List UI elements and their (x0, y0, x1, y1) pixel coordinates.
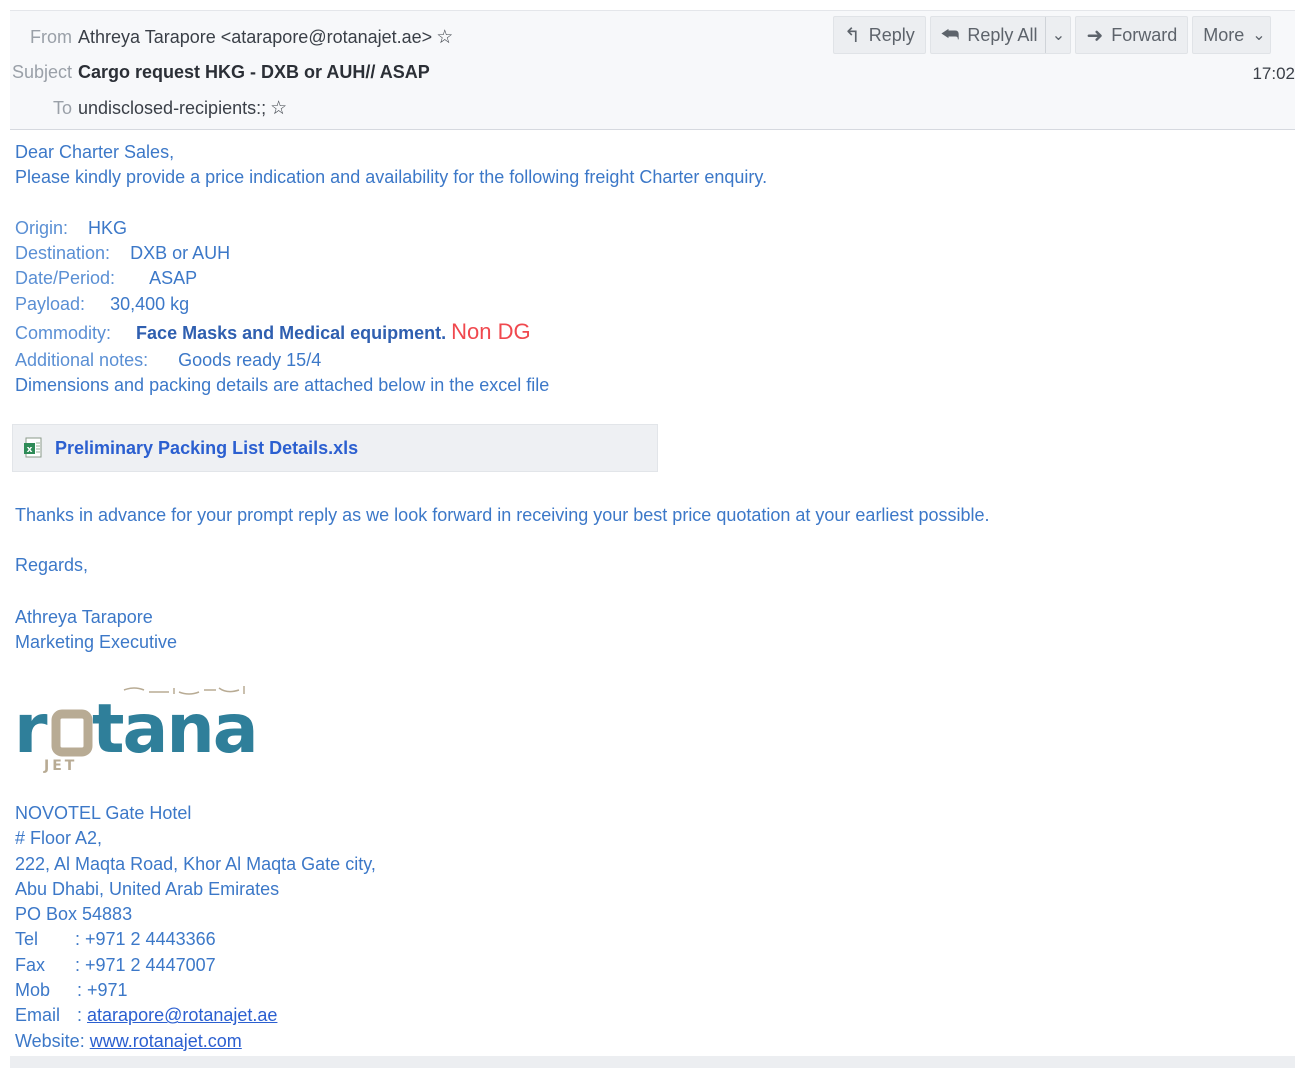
reply-button[interactable]: ↰ Reply (833, 16, 926, 54)
svg-text:tana: tana (92, 690, 254, 769)
address-line: 222, Al Maqta Road, Khor Al Maqta Gate c… (15, 853, 376, 874)
mob-key: Mob (15, 980, 51, 1001)
notes-line: Additional notes: Goods ready 15/4 (15, 348, 1285, 373)
date-key: Date/Period: (15, 268, 116, 289)
email-view: From Athreya Tarapore <atarapore@rotanaj… (0, 0, 1295, 1068)
message-body: Dear Charter Sales, Please kindly provid… (15, 140, 1285, 399)
message-header: From Athreya Tarapore <atarapore@rotanaj… (10, 10, 1295, 130)
reply-all-split-button: ⮪ Reply All ⌄ (929, 16, 1072, 54)
excel-file-icon: x (23, 437, 43, 459)
star-icon[interactable]: ☆ (436, 28, 453, 47)
message-time: 17:02 (1252, 64, 1295, 83)
payload-key: Payload: (15, 293, 86, 314)
destination-key: Destination: (15, 243, 111, 264)
website-link[interactable]: www.rotanajet.com (90, 1031, 242, 1051)
rotana-jet-logo: r tana JET (14, 680, 259, 775)
payload-value: 30,400 kg (110, 293, 190, 314)
website-key: Website: (15, 1030, 85, 1051)
origin-key: Origin: (15, 217, 69, 238)
reply-all-icon: ⮪ (940, 23, 960, 46)
forward-icon: ➜ (1086, 24, 1104, 47)
website-line: Website: www.rotanajet.com (15, 1029, 376, 1054)
fax-value: : +971 2 4447007 (75, 954, 216, 975)
star-icon[interactable]: ☆ (270, 99, 287, 118)
mob-value: : +971 (77, 980, 128, 1001)
dimensions-text: Dimensions and packing details are attac… (15, 375, 550, 396)
forward-label: Forward (1111, 24, 1178, 45)
signature-title: Marketing Executive (15, 632, 178, 653)
notes-key: Additional notes: (15, 350, 149, 371)
reply-label: Reply (868, 24, 915, 45)
subject-label: Subject (11, 62, 72, 82)
destination-value: DXB or AUH (130, 243, 231, 264)
intro-text: Please kindly provide a price indication… (15, 167, 768, 188)
svg-text:JET: JET (43, 758, 77, 774)
commodity-value: Face Masks and Medical equipment. (136, 323, 447, 344)
address-line: Abu Dhabi, United Arab Emirates (15, 878, 280, 899)
sender-address[interactable]: Athreya Tarapore <atarapore@rotanajet.ae… (78, 27, 432, 48)
to-row: To undisclosed-recipients:; ☆ (10, 98, 287, 119)
fax-line: Fax : +971 2 4447007 (15, 953, 376, 978)
date-line: Date/Period: ASAP (15, 266, 1285, 291)
attachment-name[interactable]: Preliminary Packing List Details.xls (55, 438, 358, 459)
svg-text:x: x (27, 445, 33, 455)
more-label: More (1203, 24, 1245, 45)
recipients[interactable]: undisclosed-recipients:; (78, 98, 266, 119)
tel-key: Tel (15, 929, 39, 950)
tel-line: Tel : +971 2 4443366 (15, 927, 376, 952)
subject-text: Cargo request HKG - DXB or AUH// ASAP (78, 62, 430, 82)
attachment-item[interactable]: x Preliminary Packing List Details.xls (12, 424, 658, 472)
reply-all-button[interactable]: ⮪ Reply All (931, 17, 1047, 53)
from-row: From Athreya Tarapore <atarapore@rotanaj… (10, 27, 453, 48)
chevron-down-icon[interactable]: ⌄ (1046, 25, 1070, 45)
email-separator: : (77, 1005, 83, 1026)
address-line: # Floor A2, (15, 828, 103, 849)
signature-address: NOVOTEL Gate Hotel # Floor A2, 222, Al M… (15, 801, 376, 1054)
commodity-line: Commodity: Face Masks and Medical equipm… (15, 317, 1285, 348)
fax-key: Fax (15, 954, 46, 975)
origin-value: HKG (88, 217, 128, 238)
greeting: Dear Charter Sales, (15, 142, 175, 162)
payload-line: Payload: 30,400 kg (15, 292, 1285, 317)
regards-text: Regards, (15, 555, 89, 575)
from-label: From (30, 27, 72, 47)
address-line: PO Box 54883 (15, 904, 133, 925)
date-value: ASAP (149, 268, 198, 289)
notes-value: Goods ready 15/4 (178, 350, 322, 371)
chevron-down-icon: ⌄ (1252, 27, 1266, 44)
signature-block: Athreya Tarapore Marketing Executive (15, 605, 177, 656)
email-line: Email: atarapore@rotanajet.ae (15, 1003, 376, 1028)
signature-name: Athreya Tarapore (15, 607, 153, 627)
origin-line: Origin: HKG (15, 216, 1285, 241)
subject-row: Subject Cargo request HKG - DXB or AUH//… (10, 62, 430, 83)
mob-line: Mob : +971 (15, 978, 376, 1003)
to-label: To (52, 98, 72, 118)
thanks-text: Thanks in advance for your prompt reply … (15, 505, 990, 525)
forward-button[interactable]: ➜ Forward (1075, 16, 1189, 54)
more-button[interactable]: More ⌄ (1192, 16, 1271, 54)
tel-value: : +971 2 4443366 (75, 929, 216, 950)
reply-all-label: Reply All (967, 24, 1038, 45)
address-line: NOVOTEL Gate Hotel (15, 803, 192, 823)
commodity-key: Commodity: (15, 323, 112, 344)
email-link[interactable]: atarapore@rotanajet.ae (87, 1005, 277, 1025)
non-dg-flag: Non DG (451, 319, 531, 345)
reply-icon: ↰ (844, 24, 861, 47)
destination-line: Destination: DXB or AUH (15, 241, 1285, 266)
email-key: Email (15, 1005, 61, 1026)
logo-wordmark: r (14, 690, 48, 769)
footer-divider (10, 1056, 1295, 1068)
message-toolbar: ↰ Reply ⮪ Reply All ⌄ ➜ Forward More ⌄ (833, 16, 1271, 54)
